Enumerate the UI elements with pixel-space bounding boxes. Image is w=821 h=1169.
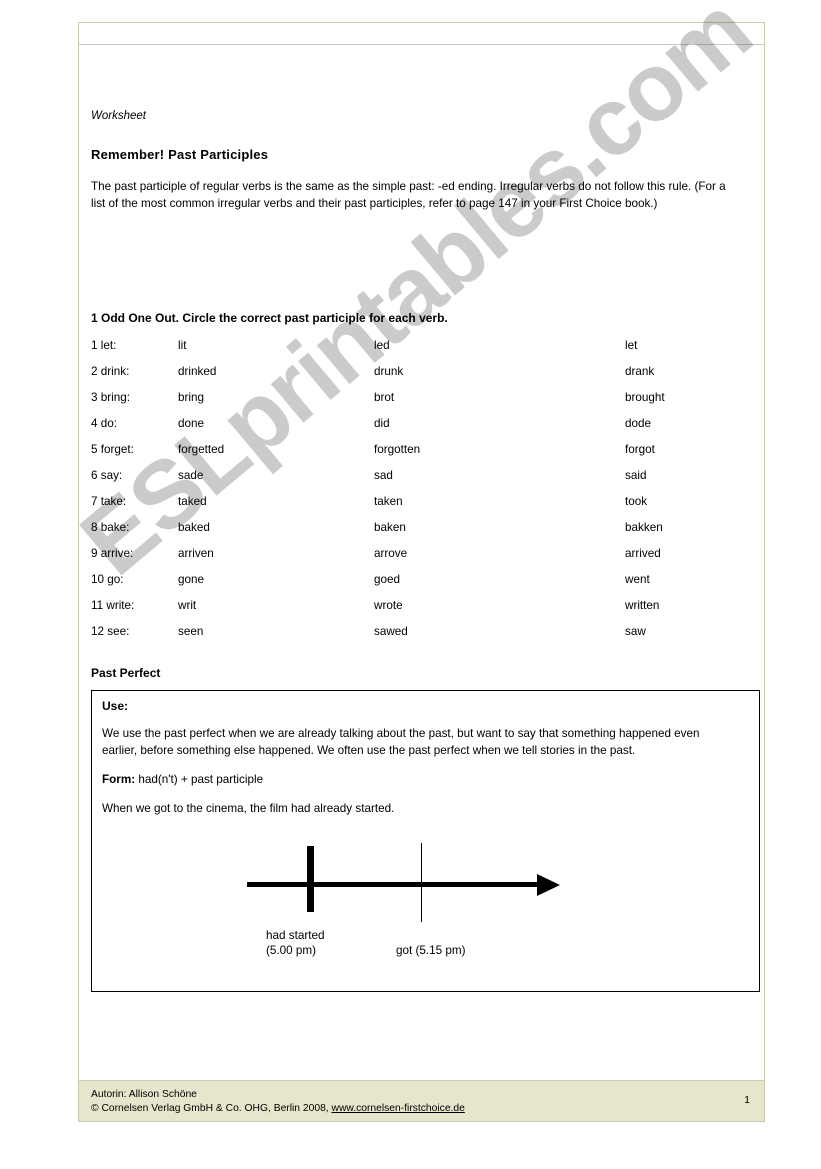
- verb-prompt: 3 bring:: [91, 391, 130, 404]
- verb-option[interactable]: written: [625, 599, 751, 625]
- verb-option[interactable]: baken: [374, 521, 625, 547]
- verb-prompt: 5 forget:: [91, 443, 134, 456]
- verb-option[interactable]: did: [374, 417, 625, 443]
- worksheet-label: Worksheet: [91, 110, 146, 122]
- footer-copyright: © Cornelsen Verlag GmbH & Co. OHG, Berli…: [91, 1102, 764, 1116]
- verb-option[interactable]: arriven: [178, 547, 374, 573]
- timeline-axis-line: [247, 882, 541, 887]
- verb-option[interactable]: sawed: [374, 625, 625, 651]
- verb-option[interactable]: went: [625, 573, 751, 599]
- verb-option[interactable]: saw: [625, 625, 751, 651]
- verb-option[interactable]: forgotten: [374, 443, 625, 469]
- example-sentence: When we got to the cinema, the film had …: [102, 802, 395, 815]
- timeline-tick-earlier: [307, 846, 314, 912]
- verb-option[interactable]: done: [178, 417, 374, 443]
- past-perfect-section: Past Perfect Use: We use the past perfec…: [91, 666, 771, 992]
- exercise-section: 1 Odd One Out. Circle the correct past p…: [91, 311, 757, 651]
- form-label: Form:: [102, 773, 136, 786]
- verb-option[interactable]: writ: [178, 599, 374, 625]
- verb-options-table: 1 let: lit led let 2 drink: drinked drunk drank…: [91, 339, 751, 651]
- page-title: Remember! Past Participles: [91, 147, 269, 162]
- verb-option[interactable]: said: [625, 469, 751, 495]
- form-value: had(n't) + past participle: [135, 773, 264, 786]
- verb-option[interactable]: arrived: [625, 547, 751, 573]
- footer-text-block: Autorin: Allison Schöne © Cornelsen Verl…: [79, 1081, 764, 1115]
- past-perfect-timeline: had started (5.00 pm) got (5.15 pm): [247, 843, 717, 976]
- worksheet-page: Worksheet Remember! Past Participles The…: [78, 22, 765, 1122]
- table-row: 1 let: lit led let: [91, 339, 751, 365]
- verb-option[interactable]: baked: [178, 521, 374, 547]
- past-perfect-title: Past Perfect: [91, 666, 161, 680]
- table-row: 7 take: taked taken took: [91, 495, 751, 521]
- table-row: 6 say: sade sad said: [91, 469, 751, 495]
- page-number: 1: [744, 1095, 750, 1106]
- verb-option[interactable]: took: [625, 495, 751, 521]
- verb-prompt: 6 say:: [91, 469, 123, 482]
- verb-option[interactable]: drunk: [374, 365, 625, 391]
- timeline-label-earlier: had started (5.00 pm): [266, 929, 325, 957]
- intro-paragraph: The past participle of regular verbs is …: [91, 180, 726, 210]
- table-row: 2 drink: drinked drunk drank: [91, 365, 751, 391]
- intro-section: Worksheet Remember! Past Participles The…: [91, 109, 757, 212]
- verb-option[interactable]: arrove: [374, 547, 625, 573]
- verb-prompt: 12 see:: [91, 625, 130, 638]
- page-header-strip: [79, 23, 764, 45]
- use-paragraph: We use the past perfect when we are alre…: [102, 727, 700, 757]
- footer-author: Autorin: Allison Schöne: [91, 1089, 197, 1100]
- verb-option[interactable]: sad: [374, 469, 625, 495]
- verb-prompt: 11 write:: [91, 599, 135, 612]
- table-row: 11 write: writ wrote written: [91, 599, 751, 625]
- verb-prompt: 9 arrive:: [91, 547, 134, 560]
- verb-prompt: 1 let:: [91, 339, 117, 352]
- use-box: Use: We use the past perfect when we are…: [91, 690, 760, 992]
- verb-option[interactable]: forgetted: [178, 443, 374, 469]
- verb-prompt: 7 take:: [91, 495, 127, 508]
- verb-option[interactable]: brot: [374, 391, 625, 417]
- verb-option[interactable]: drank: [625, 365, 751, 391]
- footer-copyright-text: © Cornelsen Verlag GmbH & Co. OHG, Berli…: [91, 1102, 332, 1114]
- table-row: 3 bring: bring brot brought: [91, 391, 751, 417]
- table-row: 8 bake: baked baken bakken: [91, 521, 751, 547]
- verb-option[interactable]: lit: [178, 339, 374, 365]
- verb-option[interactable]: gone: [178, 573, 374, 599]
- verb-prompt: 2 drink:: [91, 365, 130, 378]
- table-row: 9 arrive: arriven arrove arrived: [91, 547, 751, 573]
- verb-option[interactable]: bakken: [625, 521, 751, 547]
- timeline-label-later: got (5.15 pm): [396, 944, 466, 957]
- exercise-heading: 1 Odd One Out. Circle the correct past p…: [91, 311, 448, 325]
- form-line: Form: had(n't) + past participle: [102, 771, 749, 788]
- table-row: 10 go: gone goed went: [91, 573, 751, 599]
- use-label: Use:: [102, 699, 129, 713]
- verb-option[interactable]: dode: [625, 417, 751, 443]
- verb-option[interactable]: wrote: [374, 599, 625, 625]
- verb-option[interactable]: bring: [178, 391, 374, 417]
- verb-option[interactable]: goed: [374, 573, 625, 599]
- verb-option[interactable]: brought: [625, 391, 751, 417]
- table-row: 5 forget: forgetted forgotten forgot: [91, 443, 751, 469]
- verb-option[interactable]: seen: [178, 625, 374, 651]
- verb-option[interactable]: let: [625, 339, 751, 365]
- page-footer: Autorin: Allison Schöne © Cornelsen Verl…: [79, 1080, 764, 1121]
- verb-prompt: 8 bake:: [91, 521, 130, 534]
- table-row: 12 see: seen sawed saw: [91, 625, 751, 651]
- verb-option[interactable]: drinked: [178, 365, 374, 391]
- footer-website-link[interactable]: www.cornelsen-firstchoice.de: [332, 1103, 465, 1114]
- verb-prompt: 10 go:: [91, 573, 124, 586]
- timeline-arrow-icon: [537, 874, 560, 896]
- verb-option[interactable]: sade: [178, 469, 374, 495]
- verb-prompt: 4 do:: [91, 417, 117, 430]
- verb-option[interactable]: taken: [374, 495, 625, 521]
- timeline-tick-later: [421, 843, 422, 922]
- verb-option[interactable]: led: [374, 339, 625, 365]
- table-row: 4 do: done did dode: [91, 417, 751, 443]
- verb-option[interactable]: taked: [178, 495, 374, 521]
- verb-option[interactable]: forgot: [625, 443, 751, 469]
